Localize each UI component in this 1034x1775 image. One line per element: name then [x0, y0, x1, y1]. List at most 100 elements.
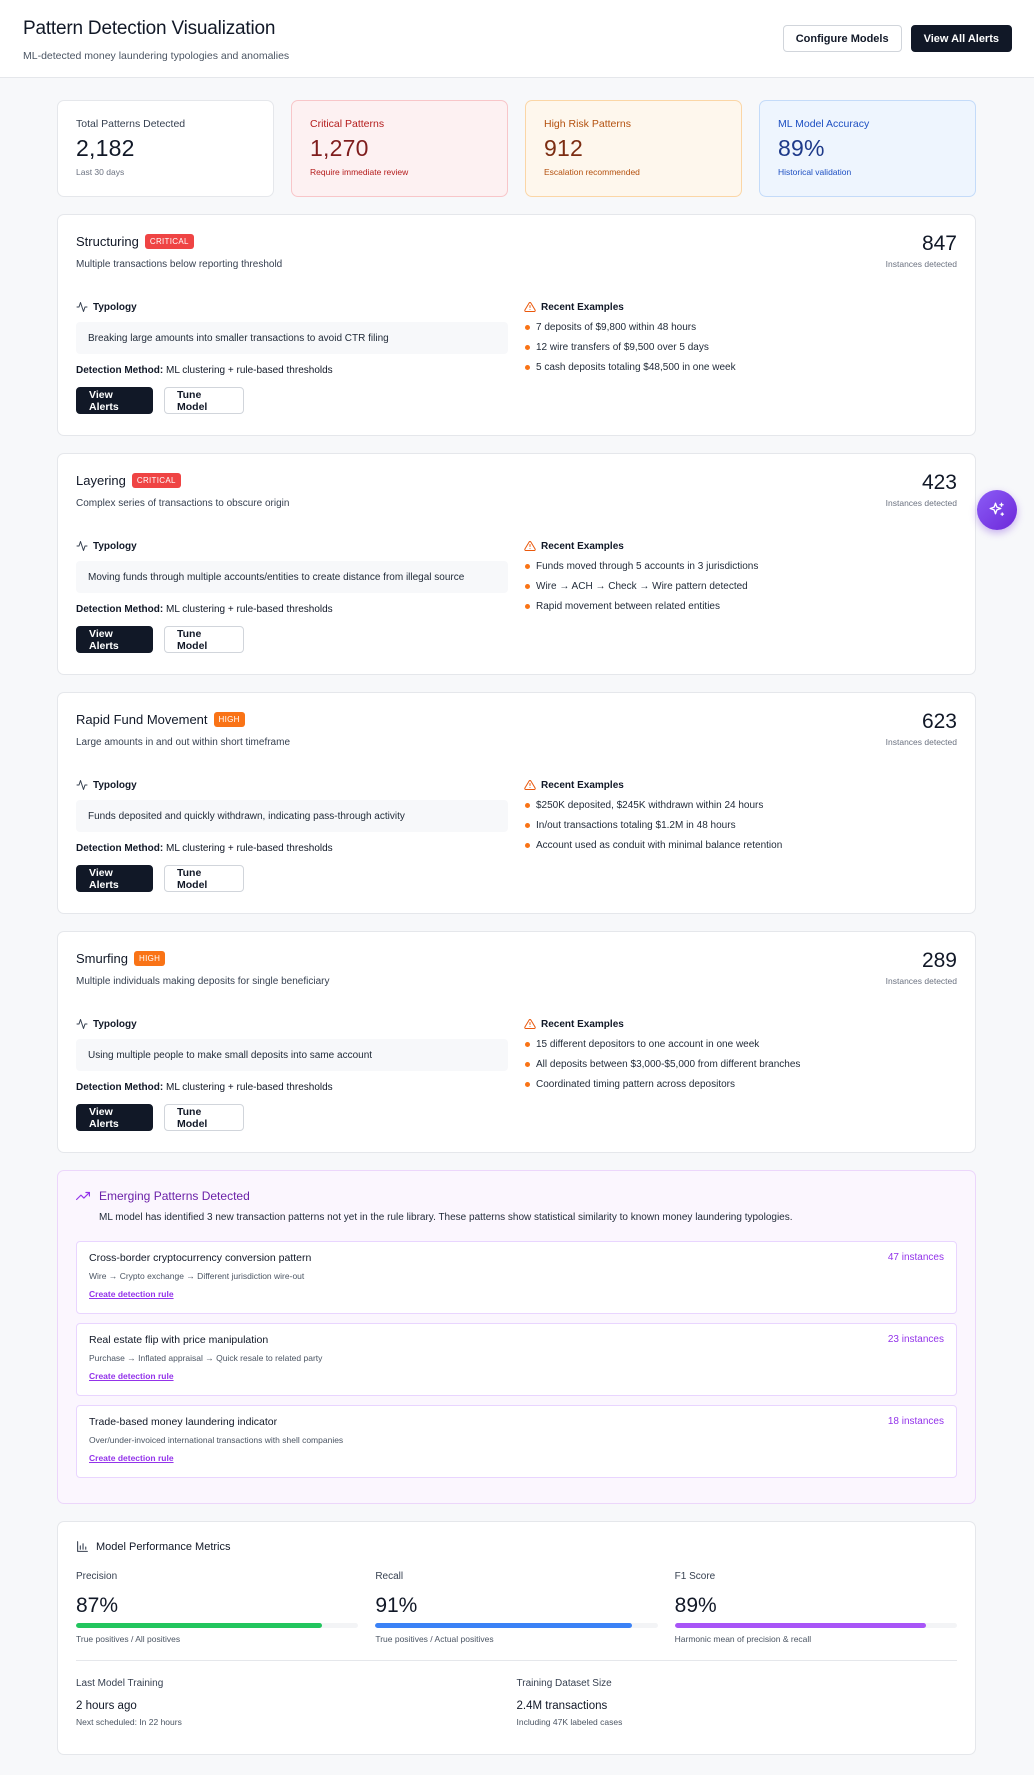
typology-section: Typology Breaking large amounts into sma… [76, 301, 508, 414]
last-model-training: Last Model Training 2 hours ago Next sch… [76, 1678, 517, 1727]
detection-method: Detection Method: ML clustering + rule-b… [76, 843, 508, 854]
examples-list: 7 deposits of $9,800 within 48 hours 12 … [524, 317, 954, 377]
typology-text: Funds deposited and quickly withdrawn, i… [76, 800, 508, 832]
view-alerts-button[interactable]: View Alerts [76, 1104, 153, 1131]
metric-label: Recall [375, 1571, 404, 1582]
create-detection-rule-link[interactable]: Create detection rule [89, 1371, 174, 1381]
detection-method: Detection Method: ML clustering + rule-b… [76, 604, 508, 615]
alert-triangle-icon [524, 779, 536, 790]
model-performance-panel: Model Performance Metrics Precision 87% … [57, 1521, 976, 1755]
examples-section: Recent Examples 7 deposits of $9,800 wit… [524, 301, 954, 377]
stat-note: Require immediate review [310, 167, 409, 177]
emerging-pattern-item: Cross-border cryptocurrency conversion p… [76, 1241, 957, 1314]
detection-method: Detection Method: ML clustering + rule-b… [76, 365, 508, 376]
stat-card-critical: Critical Patterns 1,270 Require immediat… [291, 100, 508, 197]
emerging-title: Emerging Patterns Detected [99, 1189, 250, 1203]
typology-heading: Typology [76, 779, 508, 791]
instance-count: 423 [921, 471, 957, 494]
activity-icon [76, 1019, 88, 1029]
example-item: Wire → ACH → Check → Wire pattern detect… [524, 576, 954, 596]
detection-method-label: Detection Method: [76, 1082, 164, 1093]
stat-note: Last 30 days [76, 167, 125, 177]
tune-model-button[interactable]: Tune Model [164, 1104, 244, 1131]
ai-assistant-button[interactable] [977, 490, 1017, 530]
training-note: Including 47K labeled cases [516, 1717, 623, 1727]
stat-note: Historical validation [778, 167, 852, 177]
pattern-actions: View Alerts Tune Model [76, 865, 508, 892]
severity-badge: CRITICAL [131, 473, 181, 489]
stat-card-total: Total Patterns Detected 2,182 Last 30 da… [57, 100, 274, 197]
examples-list: Funds moved through 5 accounts in 3 juri… [524, 556, 954, 616]
detection-method-value: ML clustering + rule-based thresholds [166, 1082, 333, 1093]
instance-count-label: Instances detected [885, 737, 957, 747]
stat-label: ML Model Accuracy [778, 118, 870, 130]
tune-model-button[interactable]: Tune Model [164, 387, 244, 414]
pattern-name: Rapid Fund Movement [76, 712, 208, 728]
examples-heading: Recent Examples [524, 779, 954, 791]
metric-note: Harmonic mean of precision & recall [674, 1634, 812, 1644]
typology-text: Using multiple people to make small depo… [76, 1039, 508, 1071]
alert-triangle-icon [524, 301, 536, 312]
example-item: 12 wire transfers of $9,500 over 5 days [524, 337, 954, 357]
emerging-pattern-title: Trade-based money laundering indicator [89, 1416, 278, 1428]
stat-label: High Risk Patterns [544, 118, 631, 130]
bar-chart-icon [77, 1541, 88, 1552]
emerging-pattern-flow: Purchase → Inflated appraisal → Quick re… [89, 1353, 323, 1363]
view-all-alerts-button[interactable]: View All Alerts [910, 25, 1012, 52]
detection-method-value: ML clustering + rule-based thresholds [166, 843, 333, 854]
example-item: Rapid movement between related entities [524, 596, 954, 616]
detection-method-label: Detection Method: [76, 843, 164, 854]
stat-label: Critical Patterns [310, 118, 385, 130]
view-alerts-button[interactable]: View Alerts [76, 626, 153, 653]
pattern-heading: Rapid Fund Movement HIGH [76, 711, 957, 729]
example-item: $250K deposited, $245K withdrawn within … [524, 795, 954, 815]
example-item: Coordinated timing pattern across deposi… [524, 1074, 954, 1094]
instance-count: 623 [921, 710, 957, 733]
metric-note: True positives / All positives [76, 1634, 181, 1644]
pattern-heading: Smurfing HIGH [76, 950, 957, 968]
pattern-actions: View Alerts Tune Model [76, 387, 508, 414]
detection-method-label: Detection Method: [76, 365, 164, 376]
metric-label: F1 Score [674, 1571, 716, 1582]
pattern-heading: Structuring CRITICAL [76, 233, 957, 251]
severity-badge: HIGH [213, 712, 245, 728]
severity-badge: HIGH [134, 951, 166, 967]
examples-section: Recent Examples Funds moved through 5 ac… [524, 540, 954, 616]
instance-count-label: Instances detected [885, 976, 957, 986]
emerging-description: ML model has identified 3 new transactio… [99, 1212, 793, 1223]
trending-up-icon [76, 1191, 90, 1201]
metrics-title: Model Performance Metrics [96, 1540, 231, 1553]
instance-count: 847 [921, 232, 957, 255]
stats-row: Total Patterns Detected 2,182 Last 30 da… [57, 100, 976, 197]
pattern-name: Layering [76, 473, 126, 489]
examples-heading: Recent Examples [524, 1018, 954, 1030]
tune-model-button[interactable]: Tune Model [164, 626, 244, 653]
metric-progress-bar [674, 1623, 957, 1628]
metric-progress-bar [76, 1623, 359, 1628]
stat-label: Total Patterns Detected [76, 118, 186, 130]
training-label: Last Model Training [76, 1678, 164, 1689]
tune-model-button[interactable]: Tune Model [164, 865, 244, 892]
header-actions: Configure Models View All Alerts [782, 25, 1012, 52]
typology-text: Moving funds through multiple accounts/e… [76, 561, 508, 593]
metric-f1-score: F1 Score 89% Harmonic mean of precision … [674, 1571, 957, 1644]
instance-count-label: Instances detected [885, 498, 957, 508]
examples-list: 15 different depositors to one account i… [524, 1034, 954, 1094]
training-value: 2 hours ago [76, 1700, 137, 1712]
create-detection-rule-link[interactable]: Create detection rule [89, 1289, 174, 1299]
examples-heading-label: Recent Examples [541, 301, 624, 313]
training-dataset-size: Training Dataset Size 2.4M transactions … [517, 1678, 958, 1727]
alert-triangle-icon [524, 540, 536, 551]
view-alerts-button[interactable]: View Alerts [76, 387, 153, 414]
stat-value: 2,182 [76, 135, 135, 161]
detection-method-label: Detection Method: [76, 604, 164, 615]
create-detection-rule-link[interactable]: Create detection rule [89, 1453, 174, 1463]
training-value: 2.4M transactions [516, 1700, 608, 1712]
configure-models-button[interactable]: Configure Models [782, 25, 902, 52]
instance-count: 289 [921, 949, 957, 972]
view-alerts-button[interactable]: View Alerts [76, 865, 153, 892]
typology-heading-label: Typology [93, 540, 137, 552]
example-item: 5 cash deposits totaling $48,500 in one … [524, 357, 954, 377]
stat-value: 1,270 [310, 135, 369, 161]
pattern-count: 289 Instances detected [886, 949, 957, 986]
